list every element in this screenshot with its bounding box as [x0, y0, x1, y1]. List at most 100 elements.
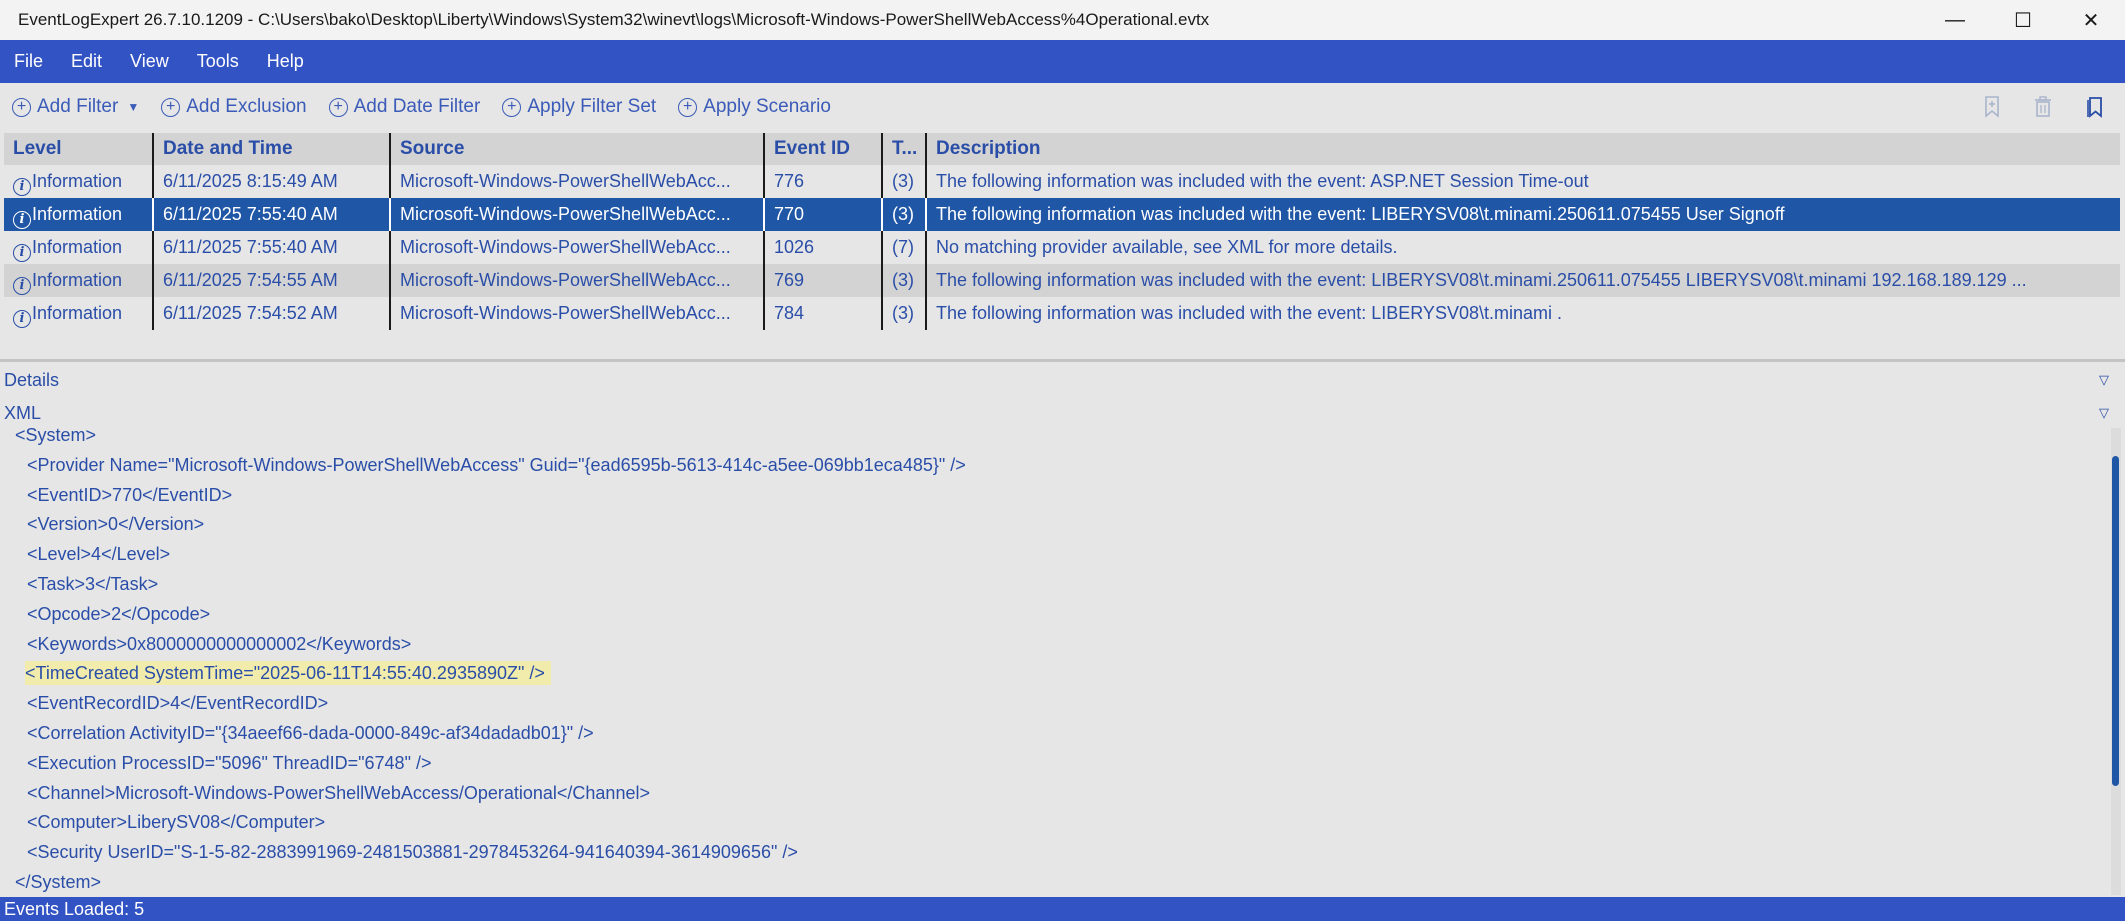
- minimize-button[interactable]: —: [1921, 0, 1989, 40]
- event-id-cell: 770: [765, 198, 883, 231]
- window-title: EventLogExpert 26.7.10.1209 - C:\Users\b…: [18, 10, 1210, 29]
- level-text: Information: [32, 270, 123, 290]
- maximize-button[interactable]: ☐: [1989, 0, 2057, 40]
- column-header-description[interactable]: Description: [927, 133, 2120, 165]
- date-cell: 6/11/2025 7:54:52 AM: [154, 297, 391, 330]
- event-grid: Level Date and Time Source Event ID T...…: [4, 133, 2120, 330]
- plus-circle-icon: +: [502, 97, 522, 117]
- pane-splitter[interactable]: [0, 359, 2125, 362]
- xml-line: <Version>0</Version>: [27, 514, 205, 535]
- add-filter-button[interactable]: + Add Filter ▼: [12, 96, 139, 118]
- column-header-event-id[interactable]: Event ID: [765, 133, 883, 165]
- collapse-xml-icon[interactable]: ▽: [2099, 405, 2109, 421]
- menu-edit[interactable]: Edit: [57, 51, 116, 72]
- details-label: Details: [4, 369, 60, 390]
- table-row-selected[interactable]: i Information 6/11/2025 7:55:40 AM Micros…: [4, 198, 2120, 231]
- xml-line: <Security UserID="S-1-5-82-2883991969-24…: [27, 842, 798, 863]
- plus-circle-icon: +: [328, 97, 348, 117]
- table-row[interactable]: i Information 6/11/2025 7:55:40 AM Micros…: [4, 231, 2120, 264]
- event-id-cell: 784: [765, 297, 883, 330]
- description-cell: The following information was included w…: [936, 204, 1785, 224]
- column-header-source[interactable]: Source: [391, 133, 765, 165]
- menu-file[interactable]: File: [0, 51, 57, 72]
- level-cell: i Information: [4, 165, 154, 198]
- xml-line-highlighted: <TimeCreated SystemTime="2025-06-11T14:5…: [0, 659, 2110, 689]
- highlighted-text: <TimeCreated SystemTime="2025-06-11T14:5…: [25, 661, 551, 686]
- xml-line: </System>: [15, 871, 102, 892]
- xml-line: <Correlation ActivityID="{34aeef66-dada-…: [27, 722, 594, 743]
- close-button[interactable]: ✕: [2057, 0, 2125, 40]
- add-exclusion-button[interactable]: + Add Exclusion: [161, 96, 307, 118]
- event-id-cell: 1026: [765, 231, 883, 264]
- task-cell: (3): [883, 297, 927, 330]
- level-cell: i Information: [4, 231, 154, 264]
- add-exclusion-label: Add Exclusion: [186, 96, 307, 117]
- date-cell: 6/11/2025 7:55:40 AM: [154, 198, 391, 231]
- description-cell: The following information was included w…: [936, 171, 1589, 191]
- column-header-date[interactable]: Date and Time: [154, 133, 391, 165]
- level-cell: i Information: [4, 198, 154, 231]
- source-cell: Microsoft-Windows-PowerShellWebAcc...: [391, 198, 765, 231]
- grid-header: Level Date and Time Source Event ID T...…: [4, 133, 2120, 165]
- level-cell: i Information: [4, 264, 154, 297]
- title-bar: EventLogExpert 26.7.10.1209 - C:\Users\b…: [0, 0, 2125, 40]
- details-header[interactable]: Details ▽: [0, 367, 2125, 393]
- xml-line: <Execution ProcessID="5096" ThreadID="67…: [27, 752, 432, 773]
- plus-circle-icon: +: [678, 97, 698, 117]
- trash-icon[interactable]: [2031, 93, 2055, 121]
- filter-toolbar: + Add Filter ▼ + Add Exclusion + Add Dat…: [0, 83, 2125, 131]
- plus-circle-icon: +: [161, 97, 181, 117]
- info-icon: i: [13, 276, 31, 295]
- menu-view[interactable]: View: [116, 51, 183, 72]
- add-date-filter-label: Add Date Filter: [353, 96, 481, 117]
- info-icon: i: [13, 309, 31, 328]
- bookmark-outline-icon[interactable]: [1980, 93, 2004, 121]
- xml-line: <Opcode>2</Opcode>: [27, 603, 211, 624]
- xml-line: <EventID>770</EventID>: [27, 484, 233, 505]
- source-cell: Microsoft-Windows-PowerShellWebAcc...: [391, 297, 765, 330]
- date-cell: 6/11/2025 7:55:40 AM: [154, 231, 391, 264]
- task-cell: (3): [883, 198, 927, 231]
- apply-scenario-label: Apply Scenario: [703, 96, 831, 117]
- info-icon: i: [13, 210, 31, 229]
- event-id-cell: 769: [765, 264, 883, 297]
- xml-line: <System>: [15, 425, 97, 445]
- table-row[interactable]: i Information 6/11/2025 7:54:55 AM Micros…: [4, 264, 2120, 297]
- apply-scenario-button[interactable]: + Apply Scenario: [678, 96, 831, 118]
- xml-viewer[interactable]: <System> <Provider Name="Microsoft-Windo…: [0, 421, 2110, 895]
- xml-line: <Provider Name="Microsoft-Windows-PowerS…: [27, 454, 966, 475]
- column-header-level[interactable]: Level: [4, 133, 154, 165]
- add-date-filter-button[interactable]: + Add Date Filter: [328, 96, 481, 118]
- menu-tools[interactable]: Tools: [183, 51, 253, 72]
- level-text: Information: [32, 237, 123, 257]
- add-filter-label: Add Filter: [37, 96, 119, 117]
- table-row[interactable]: i Information 6/11/2025 8:15:49 AM Micros…: [4, 165, 2120, 198]
- level-text: Information: [32, 204, 123, 224]
- menu-help[interactable]: Help: [253, 51, 318, 72]
- source-cell: Microsoft-Windows-PowerShellWebAcc...: [391, 165, 765, 198]
- table-row[interactable]: i Information 6/11/2025 7:54:52 AM Micros…: [4, 297, 2120, 330]
- date-cell: 6/11/2025 8:15:49 AM: [154, 165, 391, 198]
- bookmark-list-icon[interactable]: [2083, 93, 2107, 121]
- info-icon: i: [13, 243, 31, 262]
- xml-scrollbar-thumb[interactable]: [2112, 456, 2119, 786]
- dropdown-arrow-icon[interactable]: ▼: [127, 100, 139, 114]
- event-id-cell: 776: [765, 165, 883, 198]
- task-cell: (3): [883, 165, 927, 198]
- date-cell: 6/11/2025 7:54:55 AM: [154, 264, 391, 297]
- xml-line: <Keywords>0x8000000000000002</Keywords>: [27, 633, 412, 654]
- source-cell: Microsoft-Windows-PowerShellWebAcc...: [391, 231, 765, 264]
- status-bar: Events Loaded: 5: [0, 897, 2125, 921]
- xml-line: <Channel>Microsoft-Windows-PowerShellWeb…: [27, 782, 650, 803]
- xml-line: <EventRecordID>4</EventRecordID>: [27, 693, 329, 714]
- task-cell: (7): [883, 231, 927, 264]
- description-cell: No matching provider available, see XML …: [936, 237, 1398, 257]
- xml-line: <Level>4</Level>: [27, 544, 171, 565]
- apply-filter-set-button[interactable]: + Apply Filter Set: [502, 96, 656, 118]
- apply-filter-set-label: Apply Filter Set: [527, 96, 657, 117]
- column-header-task[interactable]: T...: [883, 133, 927, 165]
- xml-line: <Computer>LiberySV08</Computer>: [27, 812, 326, 833]
- collapse-details-icon[interactable]: ▽: [2099, 372, 2109, 388]
- task-cell: (3): [883, 264, 927, 297]
- info-icon: i: [13, 177, 31, 196]
